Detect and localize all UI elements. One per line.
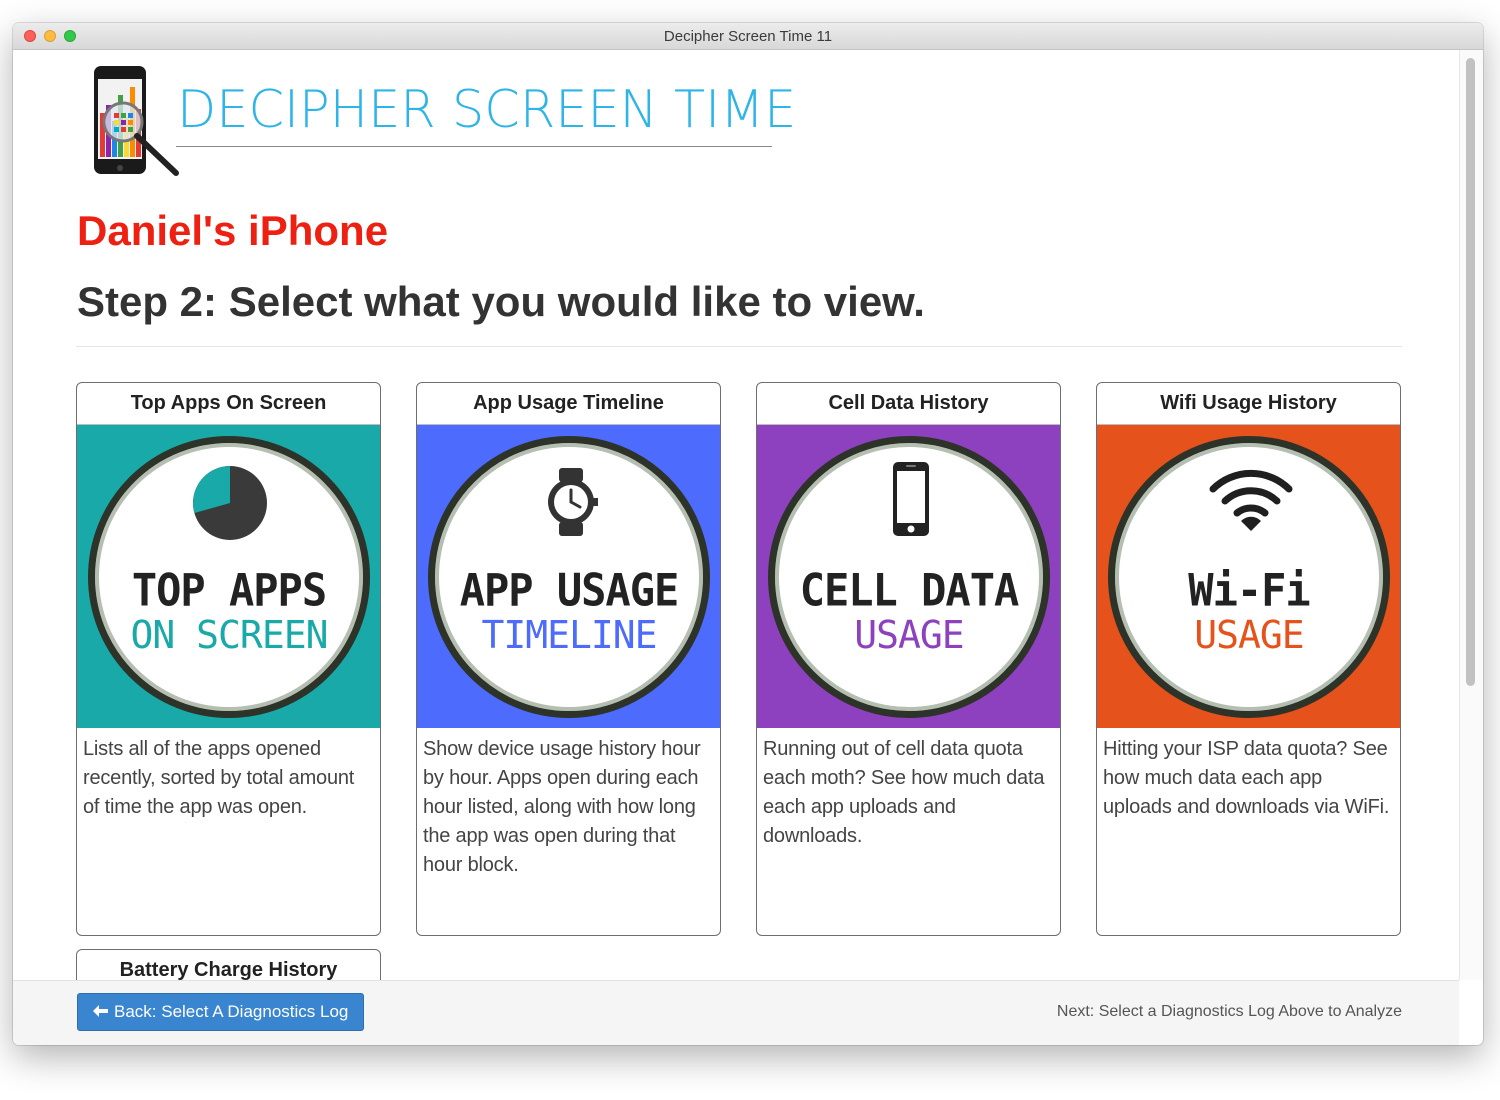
card-top-apps[interactable]: Top Apps On Screen TOP APPS ON SCREEN Li… xyxy=(76,382,381,936)
scrollbar-thumb[interactable] xyxy=(1466,58,1475,686)
pie-chart-icon xyxy=(193,466,267,540)
vertical-scrollbar[interactable] xyxy=(1459,50,1483,980)
card-circle: TOP APPS ON SCREEN xyxy=(88,436,370,718)
card-circle: Wi-Fi USAGE xyxy=(1108,436,1390,718)
card-image[interactable]: TOP APPS ON SCREEN xyxy=(77,425,380,728)
footer-bar: Back: Select A Diagnostics Log Next: Sel… xyxy=(13,980,1459,1045)
main-content: DECIPHER SCREEN TIME Daniel's iPhone Ste… xyxy=(13,50,1459,980)
title-bar[interactable]: Decipher Screen Time 11 xyxy=(13,23,1483,50)
card-header: App Usage Timeline xyxy=(417,383,720,425)
card-description: Show device usage history hour by hour. … xyxy=(423,738,701,876)
card-circle: CELL DATA USAGE xyxy=(768,436,1050,718)
card-sub-text: ON SCREEN xyxy=(130,613,329,657)
card-circle: APP USAGE TIMELINE xyxy=(428,436,710,718)
app-window: Decipher Screen Time 11 DECIPHER SCREEN … xyxy=(13,23,1483,1045)
card-image[interactable]: Wi-Fi USAGE xyxy=(1097,425,1400,728)
step-heading: Step 2: Select what you would like to vi… xyxy=(77,278,925,325)
card-description: Hitting your ISP data quota? See how muc… xyxy=(1103,738,1390,818)
card-big-text: TOP APPS xyxy=(131,564,327,617)
watch-icon xyxy=(548,468,598,536)
card-cell-data-history[interactable]: Cell Data History CELL DATA USAGE Runnin… xyxy=(756,382,1061,936)
card-image[interactable]: APP USAGE TIMELINE xyxy=(417,425,720,728)
card-image[interactable]: CELL DATA USAGE xyxy=(757,425,1060,728)
card-description: Lists all of the apps opened recently, s… xyxy=(83,738,355,818)
window-title: Decipher Screen Time 11 xyxy=(663,28,833,45)
back-button-label: Back: Select A Diagnostics Log xyxy=(114,1002,349,1021)
card-header: Battery Charge History xyxy=(77,950,380,980)
brand-title: DECIPHER SCREEN TIME xyxy=(177,80,797,140)
card-sub-text: USAGE xyxy=(1194,613,1304,657)
card-description: Running out of cell data quota each moth… xyxy=(763,738,1045,847)
brand-underline xyxy=(176,146,772,147)
phone-icon xyxy=(893,462,929,536)
arrow-left-icon xyxy=(93,994,108,1030)
back-button[interactable]: Back: Select A Diagnostics Log xyxy=(77,993,365,1031)
card-big-text: Wi-Fi xyxy=(1188,564,1310,617)
wifi-icon xyxy=(1209,469,1293,531)
device-name: Daniel's iPhone xyxy=(77,207,389,254)
card-battery-charge-history[interactable]: Battery Charge History xyxy=(76,949,381,980)
card-sub-text: TIMELINE xyxy=(481,613,657,657)
section-divider xyxy=(76,346,1402,347)
card-big-text: CELL DATA xyxy=(799,564,1020,617)
card-header: Top Apps On Screen xyxy=(77,383,380,425)
card-wifi-usage-history[interactable]: Wifi Usage History Wi-Fi USAGE Hitting y… xyxy=(1096,382,1401,936)
card-sub-text: USAGE xyxy=(854,613,964,657)
card-big-text: APP USAGE xyxy=(459,564,680,617)
card-app-usage-timeline[interactable]: App Usage Timeline APP USAGE TIMELINE Sh… xyxy=(416,382,721,936)
next-step-hint: Next: Select a Diagnostics Log Above to … xyxy=(1056,1003,1402,1020)
card-header: Cell Data History xyxy=(757,383,1060,425)
card-header: Wifi Usage History xyxy=(1097,383,1400,425)
app-logo-icon xyxy=(94,66,179,176)
